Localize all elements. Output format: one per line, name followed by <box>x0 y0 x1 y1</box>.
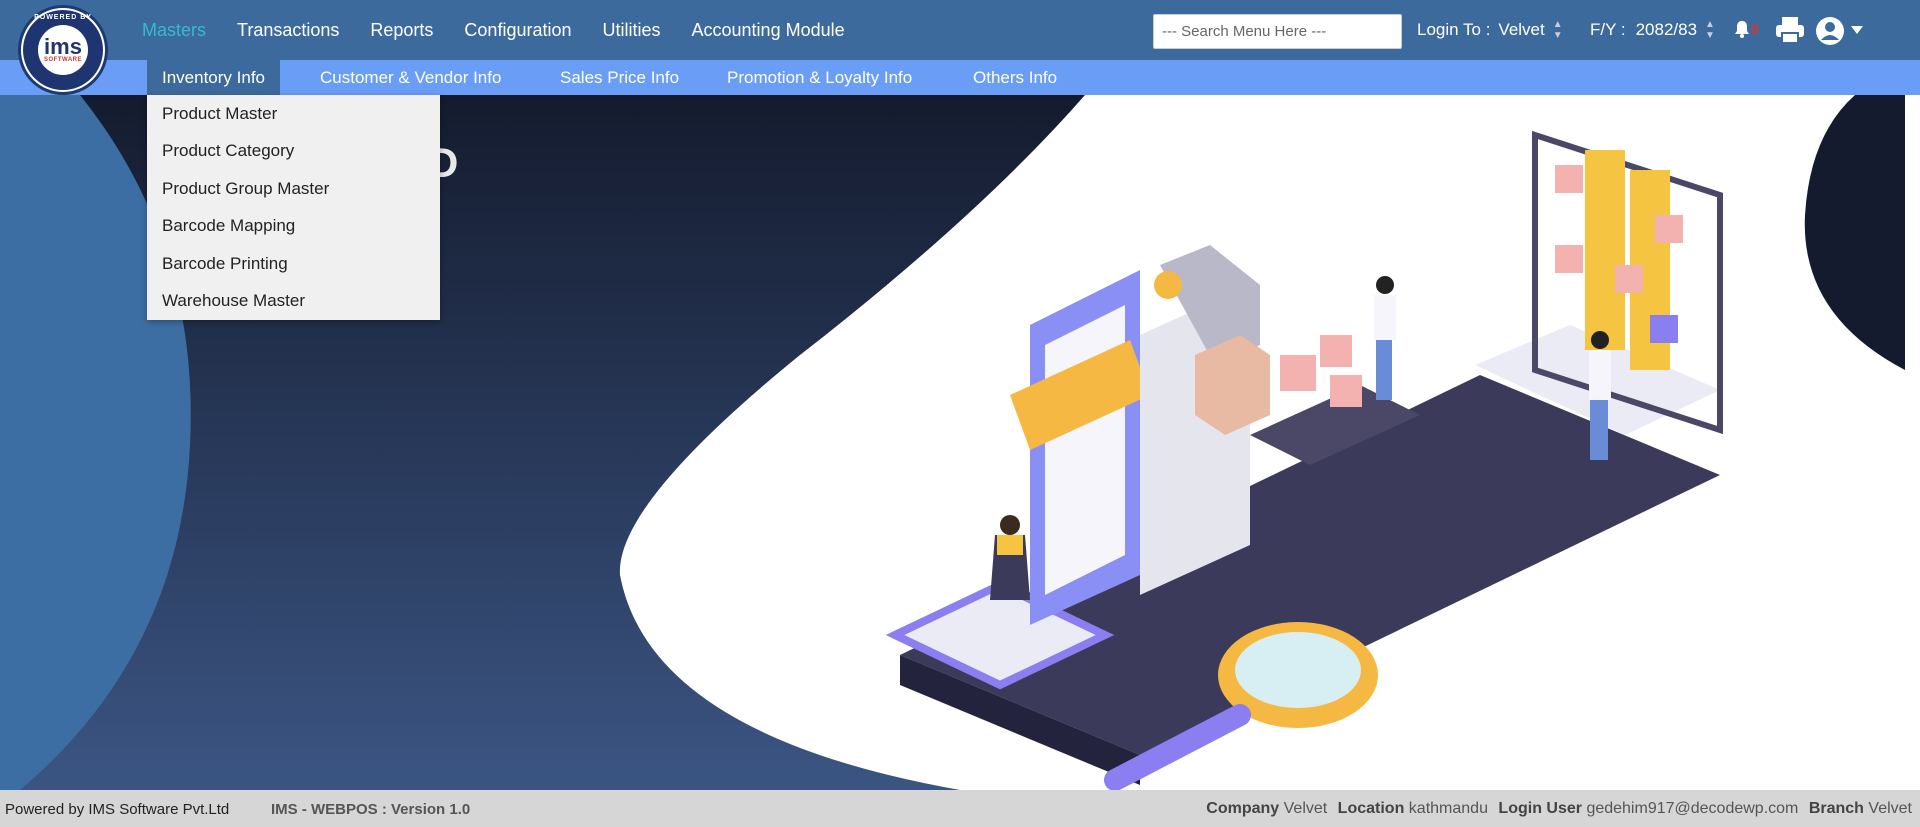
menu-item-barcode-mapping[interactable]: Barcode Mapping <box>147 208 440 246</box>
notification-count: 0 <box>1751 21 1759 37</box>
printer-icon[interactable] <box>1775 16 1805 44</box>
updown-icon: ▲ ▼ <box>1705 19 1715 41</box>
location-label: Location <box>1337 800 1405 817</box>
tab-promotion-loyalty-info[interactable]: Promotion & Loyalty Info <box>727 60 912 95</box>
nav-configuration[interactable]: Configuration <box>464 20 571 41</box>
nav-masters[interactable]: Masters <box>142 20 206 41</box>
nav-transactions[interactable]: Transactions <box>237 20 339 41</box>
login-user-value: gedehim917@decodewp.com <box>1586 800 1799 817</box>
main-navigation: Masters Transactions Reports Configurati… <box>142 0 845 60</box>
status-footer: Powered by IMS Software Pvt.Ltd IMS - WE… <box>0 790 1920 827</box>
branch-label: Branch <box>1808 800 1864 817</box>
version-text: IMS - WEBPOS : Version 1.0 <box>271 801 471 818</box>
search-menu-input[interactable] <box>1153 14 1402 49</box>
logo-sub: SOFTWARE <box>44 57 82 63</box>
company-value: Velvet <box>1283 800 1328 817</box>
nav-accounting-module[interactable]: Accounting Module <box>692 20 845 41</box>
bell-icon[interactable] <box>1734 20 1750 38</box>
location-value: kathmandu <box>1408 800 1488 817</box>
menu-item-barcode-printing[interactable]: Barcode Printing <box>147 245 440 283</box>
fiscal-year-selector[interactable]: F/Y : 2082/83 ▲ ▼ <box>1590 0 1715 60</box>
ims-logo[interactable]: POWERED BY ims SOFTWARE <box>18 5 108 95</box>
company-label: Company <box>1206 800 1280 817</box>
fy-label: F/Y : <box>1590 20 1626 39</box>
nav-utilities[interactable]: Utilities <box>603 20 661 41</box>
inventory-info-dropdown: Product Master Product Category Product … <box>147 95 440 320</box>
menu-item-warehouse-master[interactable]: Warehouse Master <box>147 283 440 321</box>
powered-by-text: Powered by IMS Software Pvt.Ltd <box>5 801 230 818</box>
branch-value: Velvet <box>1868 800 1912 817</box>
menu-item-product-group-master[interactable]: Product Group Master <box>147 170 440 208</box>
user-avatar-icon[interactable] <box>1815 16 1845 46</box>
logo-text: ims <box>44 34 82 59</box>
nav-reports[interactable]: Reports <box>370 20 433 41</box>
menu-item-product-category[interactable]: Product Category <box>147 133 440 171</box>
session-info: Company Velvet Location kathmandu Login … <box>1206 800 1912 818</box>
tab-others-info[interactable]: Others Info <box>973 60 1057 95</box>
login-to-label: Login To : <box>1417 20 1491 39</box>
login-to-value: Velvet <box>1498 20 1545 39</box>
logo-arc-text: POWERED BY <box>34 14 92 21</box>
tab-sales-price-info[interactable]: Sales Price Info <box>560 60 679 95</box>
login-to-selector[interactable]: Login To : Velvet ▲ ▼ <box>1417 0 1563 60</box>
secondary-navigation: Inventory Info Customer & Vendor Info Sa… <box>0 60 1920 95</box>
menu-item-product-master[interactable]: Product Master <box>147 95 440 133</box>
tab-customer-vendor-info[interactable]: Customer & Vendor Info <box>320 60 501 95</box>
updown-icon: ▲ ▼ <box>1552 19 1563 41</box>
chevron-down-icon[interactable] <box>1850 25 1864 35</box>
tab-inventory-info[interactable]: Inventory Info <box>147 60 281 95</box>
login-user-label: Login User <box>1498 800 1582 817</box>
fy-value: 2082/83 <box>1635 20 1698 39</box>
top-header: Masters Transactions Reports Configurati… <box>0 0 1920 60</box>
